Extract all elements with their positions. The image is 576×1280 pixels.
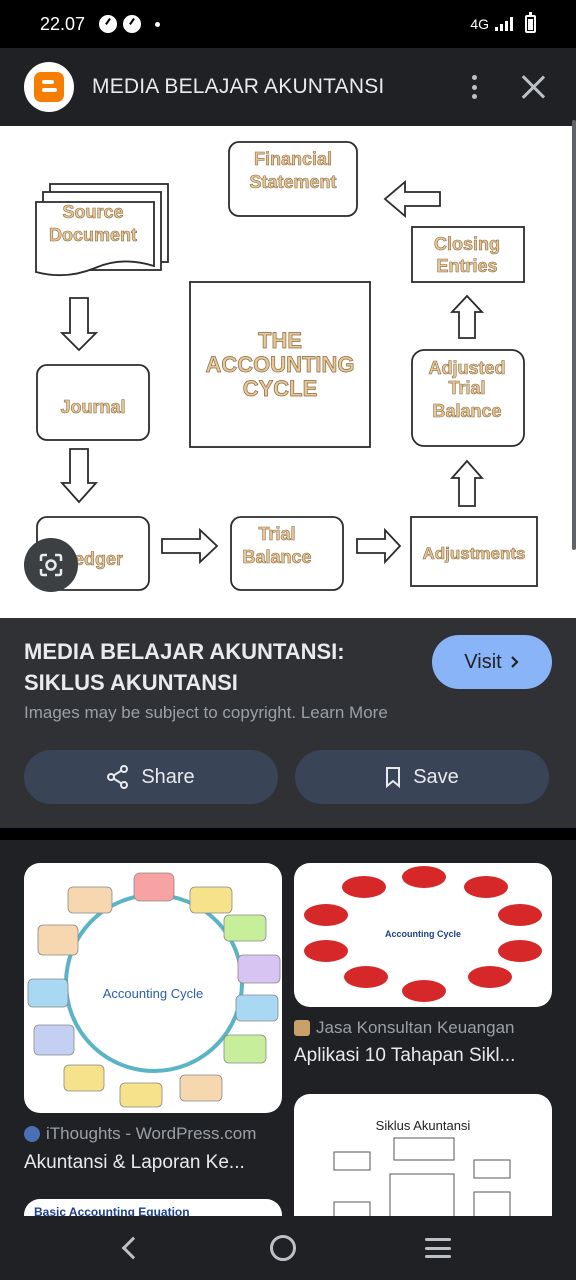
center-title-2: ACCOUNTING	[205, 352, 354, 377]
recents-icon[interactable]	[425, 1238, 452, 1258]
label-adjustments: Adjustments	[423, 544, 526, 563]
battery-icon	[525, 12, 536, 33]
network-type: 4G	[470, 16, 489, 32]
chevron-right-icon	[510, 656, 519, 668]
label-financial-statement-1: Financial	[254, 149, 332, 169]
label-trial-balance-2: Balance	[242, 547, 311, 567]
arrow-left-icon	[383, 180, 441, 218]
header: MEDIA BELAJAR AKUNTANSI	[0, 48, 576, 126]
notification-dot-icon	[155, 21, 161, 27]
related-thumbnail[interactable]: Siklus Akuntansi	[294, 1094, 552, 1216]
status-right: 4G	[470, 12, 536, 33]
related-source-label: Jasa Konsultan Keuangan	[316, 1018, 515, 1037]
status-time: 22.07	[40, 13, 86, 34]
related-source: iThoughts - WordPress.com	[24, 1124, 256, 1144]
arrow-up-icon	[450, 459, 484, 507]
thumbnail-caption: Basic Accounting Equation	[34, 1205, 190, 1216]
arrow-down-icon	[59, 297, 99, 352]
label-closing-entries-2: Entries	[436, 256, 497, 276]
thumbnail-caption: Accounting Cycle	[102, 986, 204, 1001]
result-panel: MEDIA BELAJAR AKUNTANSI: SIKLUS AKUNTANS…	[0, 618, 576, 828]
lens-icon	[39, 553, 63, 577]
visit-button[interactable]: Visit	[432, 635, 552, 689]
arrow-up-icon	[449, 294, 485, 339]
signal-icon	[495, 17, 513, 31]
result-title: MEDIA BELAJAR AKUNTANSI: SIKLUS AKUNTANS…	[24, 639, 345, 695]
site-favicon-icon	[294, 1020, 310, 1036]
label-source-document-1: Source	[62, 202, 123, 222]
thumbnail-caption: Accounting Cycle	[384, 929, 461, 939]
related-thumbnail[interactable]: Accounting Cycle	[294, 863, 552, 1007]
status-bar: 22.07 4G	[0, 0, 576, 48]
wordpress-icon	[24, 1126, 40, 1142]
center-title-1: THE	[258, 328, 302, 353]
label-source-document-2: Document	[49, 225, 137, 245]
share-button[interactable]: Share	[24, 750, 278, 804]
bookmark-icon	[386, 767, 401, 788]
arrow-right-icon	[161, 527, 219, 565]
arrow-right-icon	[356, 527, 402, 565]
share-icon	[107, 765, 129, 789]
back-icon[interactable]	[121, 1236, 144, 1260]
save-label: Save	[413, 765, 459, 788]
label-financial-statement-2: Statement	[249, 172, 336, 192]
label-adjusted-1: Adjusted	[428, 358, 505, 378]
related-images: Accounting Cycle iThoughts - WordPress.c…	[0, 840, 576, 1216]
related-thumbnail[interactable]: Basic Accounting Equation	[24, 1199, 282, 1216]
copyright-notice[interactable]: Images may be subject to copyright. Lear…	[24, 703, 388, 723]
share-label: Share	[141, 765, 195, 788]
label-adjusted-3: Balance	[432, 401, 501, 421]
related-thumbnail[interactable]: Accounting Cycle	[24, 863, 282, 1113]
label-adjusted-2: Trial	[448, 378, 485, 398]
scrollbar[interactable]	[572, 120, 576, 550]
save-button[interactable]: Save	[295, 750, 549, 804]
more-options-icon[interactable]	[462, 72, 486, 102]
home-icon[interactable]	[269, 1235, 296, 1261]
accounting-cycle-image[interactable]: Financial Statement Source Document Clos…	[0, 126, 576, 618]
blogger-icon	[24, 62, 74, 112]
close-icon[interactable]	[520, 74, 546, 100]
related-source: Jasa Konsultan Keuangan	[294, 1018, 515, 1038]
speedometer-icon	[123, 15, 142, 33]
system-navigation-bar	[0, 1216, 576, 1280]
related-title[interactable]: Aplikasi 10 Tahapan Sikl...	[294, 1045, 515, 1067]
related-source-label: iThoughts - WordPress.com	[46, 1124, 257, 1143]
label-trial-balance-1: Trial	[258, 524, 295, 544]
center-title-3: CYCLE	[243, 376, 318, 401]
related-title[interactable]: Akuntansi & Laporan Ke...	[24, 1152, 245, 1174]
lens-search-button[interactable]	[24, 538, 78, 592]
section-divider	[0, 828, 576, 840]
site-title: MEDIA BELAJAR AKUNTANSI	[92, 75, 385, 98]
label-journal: Journal	[60, 397, 125, 417]
speedometer-icon	[99, 15, 118, 33]
arrow-down-icon	[59, 448, 99, 504]
label-closing-entries-1: Closing	[434, 234, 500, 254]
visit-label: Visit	[464, 650, 502, 673]
